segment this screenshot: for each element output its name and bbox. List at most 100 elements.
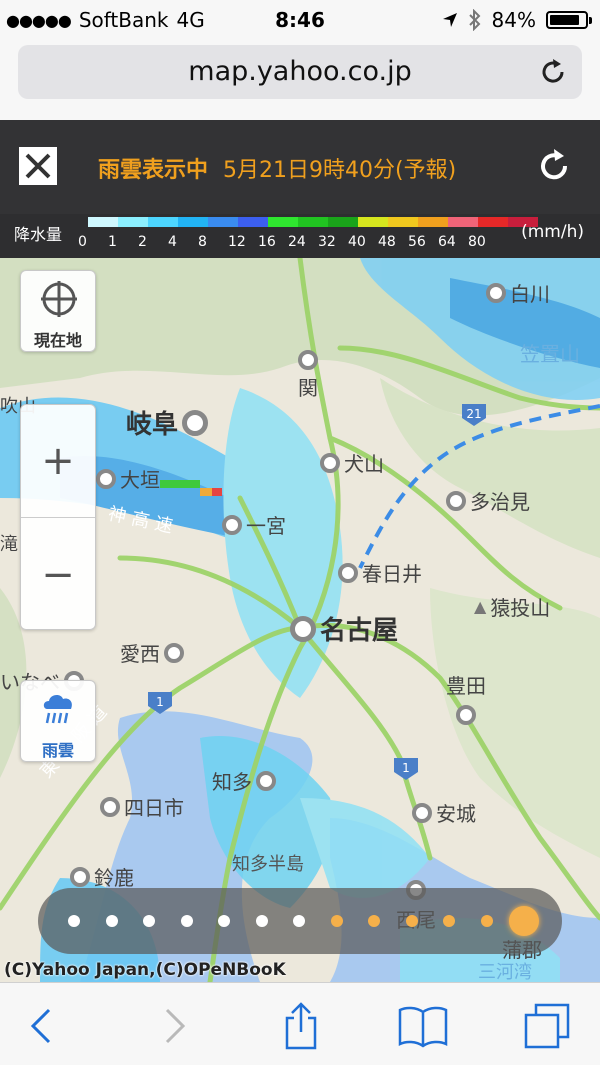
legend-swatch <box>418 217 448 227</box>
place-inuyama[interactable]: 犬山 <box>320 448 384 477</box>
place-nagoya[interactable]: 名古屋 <box>290 610 398 647</box>
timeline-step[interactable] <box>255 915 268 927</box>
forward-button[interactable] <box>150 1001 200 1051</box>
place-ogaki[interactable]: 大垣 <box>96 464 160 493</box>
place-aisai[interactable]: 愛西 <box>120 638 184 667</box>
place-shirakawa[interactable]: 白川 <box>486 278 550 307</box>
timeline-step[interactable] <box>180 915 193 927</box>
legend-tick: 32 <box>318 234 336 250</box>
place-kasagiyama: 笠置山 <box>520 342 580 366</box>
city-pin-icon <box>298 350 318 370</box>
crosshair-icon <box>41 281 77 317</box>
place-seki[interactable]: 関 <box>298 350 318 401</box>
city-pin-icon <box>70 866 90 887</box>
reload-icon[interactable] <box>538 57 568 87</box>
legend-tick: 16 <box>258 234 276 250</box>
legend-unit: (mm/h) <box>521 222 584 242</box>
rain-cloud-icon <box>43 695 72 724</box>
place-ichinomiya[interactable]: 一宮 <box>222 510 286 539</box>
rain-cloud-button[interactable]: 雨雲 <box>20 680 96 762</box>
legend-swatch <box>388 217 418 227</box>
route-shield-icon: 1 <box>148 692 172 714</box>
place-anjo[interactable]: 安城 <box>412 798 476 827</box>
address-bar[interactable]: map.yahoo.co.jp <box>18 45 582 99</box>
city-pin-icon <box>290 615 316 642</box>
legend-tick: 56 <box>408 234 426 250</box>
back-arrow-icon <box>30 1008 51 1044</box>
place-toyota[interactable]: 豊田 <box>446 670 486 725</box>
place-mikawa-bay: 三河湾 <box>478 962 532 982</box>
svg-text:21: 21 <box>466 407 481 421</box>
close-button[interactable] <box>19 147 57 185</box>
legend-swatch <box>118 217 148 227</box>
header-title: 雨雲表示中 5月21日9時40分(予報) <box>98 152 456 184</box>
legend-swatch <box>358 217 388 227</box>
place-kasugai[interactable]: 春日井 <box>338 558 422 587</box>
place-chita-hanto: 知多半島 <box>232 854 304 875</box>
timeline-step[interactable] <box>293 915 305 927</box>
city-pin-icon <box>320 452 340 473</box>
url-text[interactable]: map.yahoo.co.jp <box>18 56 582 87</box>
forecast-timeline[interactable] <box>38 888 562 954</box>
legend-swatch <box>88 217 118 227</box>
legend-swatch <box>448 217 478 227</box>
legend-tick: 80 <box>468 234 486 250</box>
city-pin-icon <box>446 490 466 511</box>
location-arrow-icon <box>442 13 457 27</box>
tabs-icon <box>524 1003 570 1049</box>
mountain-icon: ▲ <box>474 597 487 616</box>
status-bar: ●●●●● SoftBank 4G 8:46 84% <box>0 0 600 40</box>
back-button[interactable] <box>16 1001 66 1051</box>
battery-percent: 84% <box>491 8 536 32</box>
timeline-step-active[interactable] <box>509 906 539 936</box>
battery-level <box>550 15 579 25</box>
place-taki: 滝 <box>0 534 18 555</box>
bookmarks-icon <box>398 1006 448 1048</box>
share-button[interactable] <box>276 1001 326 1051</box>
place-chita[interactable]: 知多 <box>212 766 276 795</box>
timeline-step[interactable] <box>143 915 155 927</box>
refresh-icon[interactable] <box>536 148 572 184</box>
legend-tick: 40 <box>348 234 366 250</box>
precipitation-legend: 降水量 0 1 2 4 8 12 16 24 32 40 48 56 64 80 (mm/h) <box>0 214 600 258</box>
legend-tick: 12 <box>228 234 246 250</box>
rain-display-status: 雨雲表示中 <box>98 158 209 183</box>
place-suzuka[interactable]: 鈴鹿 <box>70 862 134 891</box>
legend-swatch <box>478 217 508 227</box>
timeline-step[interactable] <box>443 915 455 927</box>
forecast-timestamp: 5月21日9時40分(予報) <box>223 158 457 183</box>
zoom-in-button[interactable]: + <box>21 405 95 517</box>
city-pin-icon <box>456 705 476 725</box>
legend-tick: 1 <box>108 234 117 250</box>
place-sanageyama[interactable]: ▲ 猿投山 <box>474 592 550 621</box>
legend-swatch <box>178 217 208 227</box>
zoom-control: + − <box>20 404 96 630</box>
legend-swatch <box>268 217 298 227</box>
city-pin-icon <box>182 409 209 436</box>
legend-swatch <box>148 217 178 227</box>
city-pin-icon <box>256 770 276 791</box>
map-copyright: (C)Yahoo Japan,(C)OPeNBooK <box>4 960 286 980</box>
current-location-label: 現在地 <box>33 331 82 350</box>
legend-swatch <box>328 217 358 227</box>
place-gifu[interactable]: 岐阜 <box>126 404 209 441</box>
timeline-step[interactable] <box>368 915 380 927</box>
timeline-step[interactable] <box>480 915 493 927</box>
zoom-out-button[interactable]: − <box>21 519 95 631</box>
timeline-step[interactable] <box>68 915 80 927</box>
tabs-button[interactable] <box>522 1001 572 1051</box>
map-view[interactable]: 岐阜 大垣 一宮 犬山 多治見 春日井 名古屋 ▲ 猿投山 愛西 豊田 知多 安城… <box>0 258 600 982</box>
current-location-button[interactable]: 現在地 <box>20 270 96 352</box>
legend-swatch <box>238 217 268 227</box>
timeline-step[interactable] <box>105 915 118 927</box>
close-icon <box>25 153 51 179</box>
place-tajimi[interactable]: 多治見 <box>446 486 530 515</box>
city-pin-icon <box>100 796 120 817</box>
place-yokkaichi[interactable]: 四日市 <box>100 792 184 821</box>
legend-tick: 48 <box>378 234 396 250</box>
bookmarks-button[interactable] <box>398 1001 448 1051</box>
timeline-step[interactable] <box>218 915 230 927</box>
timeline-step[interactable] <box>405 915 418 927</box>
forward-arrow-icon <box>165 1008 186 1044</box>
timeline-step[interactable] <box>330 915 343 927</box>
